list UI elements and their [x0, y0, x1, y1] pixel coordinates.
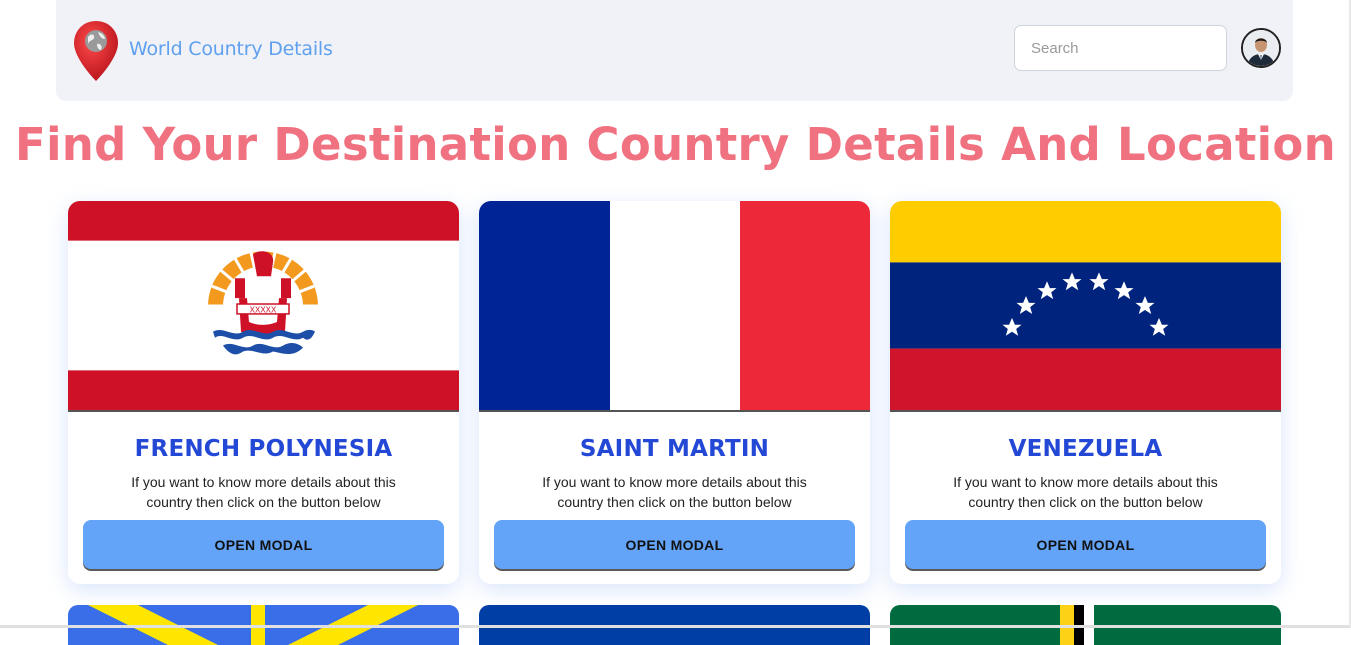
navbar: World Country Details: [56, 0, 1293, 101]
venezuela-flag: [890, 201, 1281, 412]
open-modal-button[interactable]: OPEN MODAL: [83, 520, 444, 569]
open-modal-button[interactable]: OPEN MODAL: [494, 520, 855, 569]
country-name: FRENCH POLYNESIA: [134, 436, 393, 462]
country-description: If you want to know more details about t…: [131, 474, 396, 510]
brand-title[interactable]: World Country Details: [129, 38, 333, 60]
country-name: SAINT MARTIN: [579, 436, 770, 462]
svg-text:XXXXX: XXXXX: [250, 305, 277, 314]
open-modal-button[interactable]: OPEN MODAL: [905, 520, 1266, 569]
country-description: If you want to know more details about t…: [953, 474, 1218, 510]
country-name: VENEZUELA: [1008, 436, 1163, 462]
saint-martin-flag: [479, 201, 870, 412]
country-card-saint-martin: SAINT MARTIN If you want to know more de…: [479, 201, 870, 584]
page-headline: Find Your Destination Country Details An…: [15, 118, 1336, 171]
avatar[interactable]: [1241, 28, 1281, 68]
search-input[interactable]: [1014, 25, 1227, 71]
avatar-image: [1243, 30, 1279, 66]
country-card-french-polynesia: XXXXX FRENCH POLYNESIA If you want to kn…: [68, 201, 459, 584]
country-description: If you want to know more details about t…: [542, 474, 807, 510]
french-polynesia-flag: XXXXX: [68, 201, 459, 412]
map-pin-globe-icon[interactable]: [72, 19, 120, 83]
country-card-venezuela: VENEZUELA If you want to know more detai…: [890, 201, 1281, 584]
